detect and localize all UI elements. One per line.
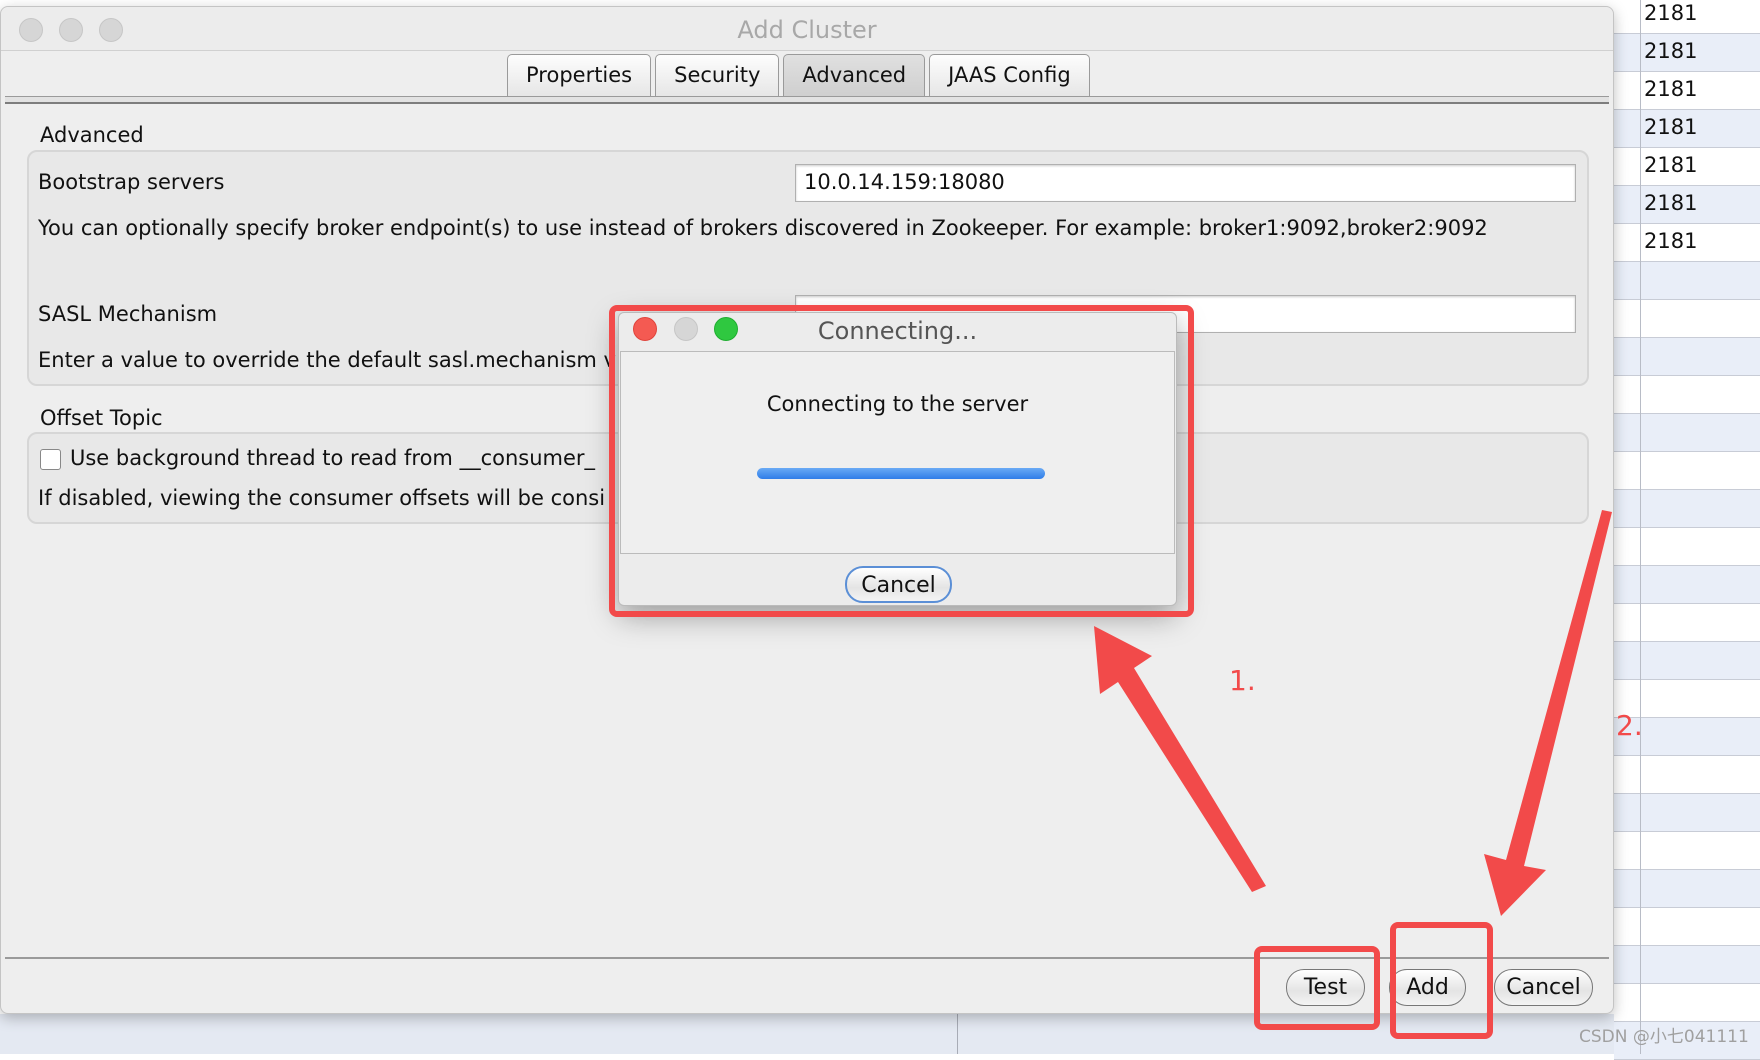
annotation-label-1: 1. <box>1229 664 1256 697</box>
annotation-arrows <box>1094 510 1612 916</box>
annotation-label-2: 2. <box>1616 709 1643 742</box>
watermark: CSDN @小七041111 <box>1579 1027 1749 1047</box>
arrow-2-icon <box>1484 510 1612 916</box>
